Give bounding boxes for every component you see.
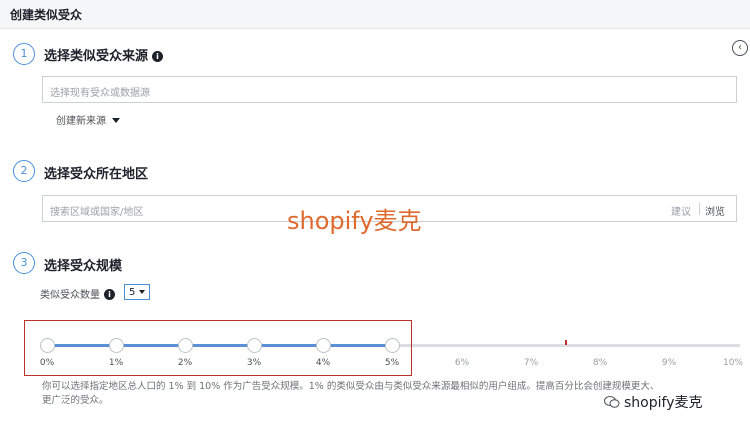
watermark-text: shopify麦克 <box>287 207 422 235</box>
step-3-title: 选择受众规模 <box>44 259 123 274</box>
info-icon[interactable]: i <box>152 51 164 62</box>
collapse-icon[interactable]: ‹ <box>732 40 748 56</box>
create-new-source-label: 创建新来源 <box>56 116 106 127</box>
chevron-down-icon <box>139 290 146 294</box>
tick-label: 7% <box>523 358 539 368</box>
create-new-source-button[interactable]: 创建新来源 <box>56 112 120 127</box>
step-3-number: 3 <box>13 252 35 274</box>
audience-count-label-text: 类似受众数量 <box>40 290 100 301</box>
suggest-link[interactable]: 建议 <box>671 203 691 218</box>
divider <box>699 203 700 215</box>
tick-label: 8% <box>592 358 608 368</box>
step-1-number: 1 <box>13 43 35 65</box>
tick-label: 6% <box>454 358 470 368</box>
source-input[interactable]: 选择现有受众或数据源 <box>42 76 737 103</box>
info-icon[interactable]: i <box>104 289 115 300</box>
wechat-watermark-text: shopify麦克 <box>624 395 703 411</box>
panel-title: 创建类似受众 <box>10 8 83 22</box>
location-input-placeholder: 搜索区域或国家/地区 <box>50 207 144 218</box>
audience-count-value: 5 <box>129 287 136 298</box>
tick-label: 10% <box>722 358 743 368</box>
audience-count-label: 类似受众数量 i <box>40 286 115 301</box>
tick-label: 9% <box>661 358 677 368</box>
step-1-title-text: 选择类似受众来源 <box>44 49 149 64</box>
wechat-icon <box>604 394 620 408</box>
step-2-number: 2 <box>13 160 35 182</box>
highlight-box <box>24 320 412 376</box>
panel-header <box>0 0 750 29</box>
slider-marker <box>565 340 567 345</box>
description-line-2: 更广泛的受众。 <box>42 395 109 406</box>
description-line-1: 你可以选择指定地区总人口的 1% 到 10% 作为广告受众规模。1% 的类似受众… <box>42 381 660 392</box>
source-input-placeholder: 选择现有受众或数据源 <box>50 88 150 99</box>
audience-count-dropdown[interactable]: 5 <box>124 284 151 300</box>
step-2-title: 选择受众所在地区 <box>44 167 149 182</box>
step-1-title: 选择类似受众来源 i <box>44 45 164 64</box>
caret-down-icon <box>112 118 120 123</box>
browse-link[interactable]: 浏览 <box>705 203 725 218</box>
